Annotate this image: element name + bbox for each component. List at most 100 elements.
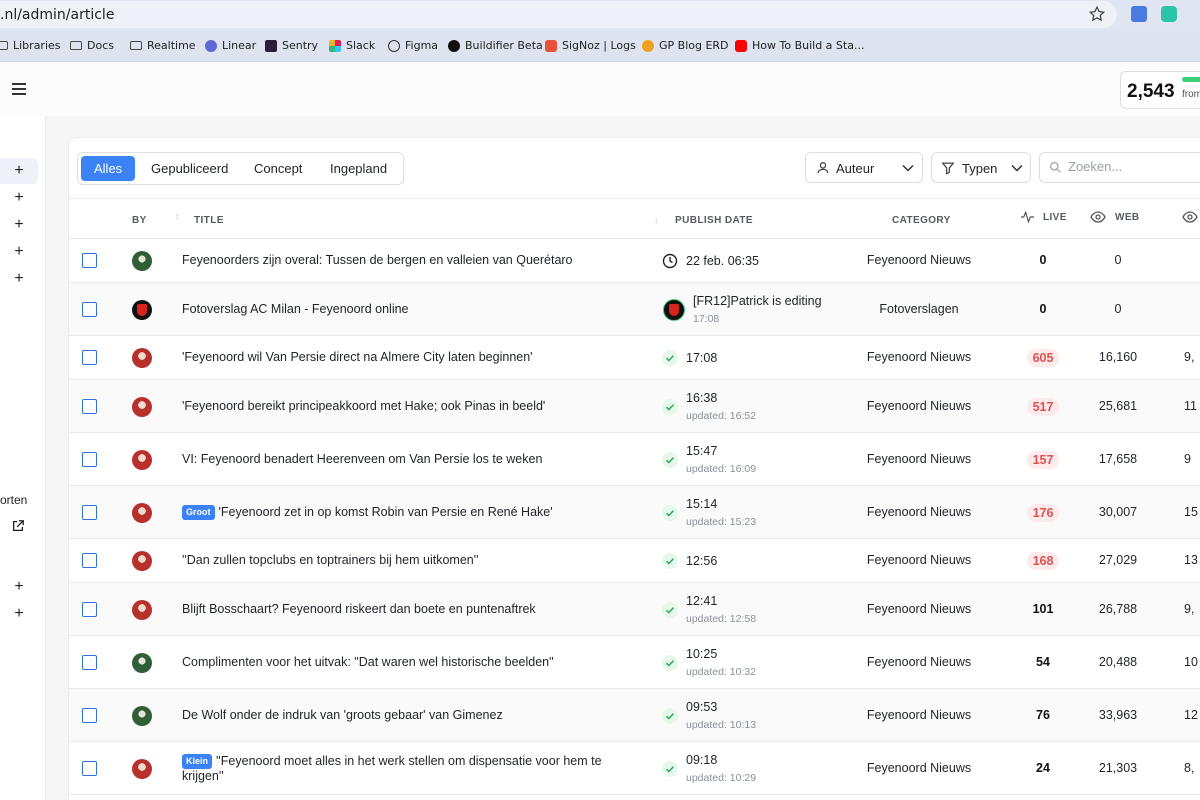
article-title[interactable]: De Wolf onder de indruk van 'groots geba…: [182, 708, 642, 723]
plus-icon[interactable]: +: [12, 190, 26, 206]
author-avatar[interactable]: [132, 251, 152, 271]
plus-icon[interactable]: +: [12, 217, 26, 233]
url-text[interactable]: .nl/admin/article: [0, 7, 114, 23]
table-row[interactable]: Complimenten voor het uitvak: "Dat waren…: [69, 636, 1200, 689]
row-checkbox[interactable]: [82, 451, 97, 467]
search-box[interactable]: [1039, 152, 1200, 183]
table-row[interactable]: Feyenoorders zijn overal: Tussen de berg…: [69, 239, 1200, 283]
bookmark-youtube[interactable]: How To Build a Sta...: [735, 39, 864, 52]
type-filter-dropdown[interactable]: Typen: [931, 152, 1031, 183]
table-row[interactable]: VI: Feyenoord benadert Heerenveen om Van…: [69, 433, 1200, 486]
address-bar[interactable]: .nl/admin/article: [0, 1, 1117, 28]
extension-icon[interactable]: [1161, 6, 1177, 22]
author-avatar[interactable]: [132, 502, 152, 523]
author-avatar[interactable]: [132, 599, 152, 620]
author-avatar[interactable]: [132, 449, 152, 470]
plus-icon[interactable]: +: [12, 606, 26, 622]
row-checkbox[interactable]: [82, 350, 97, 365]
plus-icon[interactable]: +: [12, 271, 26, 287]
bookmark-sentry[interactable]: Sentry: [265, 39, 318, 52]
row-checkbox[interactable]: [82, 398, 97, 414]
live-count-value: 176: [1026, 503, 1060, 522]
column-header-category[interactable]: CATEGORY: [892, 215, 951, 226]
article-title[interactable]: 'Feyenoord bereikt principeakkoord met H…: [182, 399, 642, 414]
sort-icon[interactable]: ↓: [654, 215, 659, 225]
article-title-text: Complimenten voor het uitvak: "Dat waren…: [182, 654, 554, 669]
bookmark-docs[interactable]: Docs: [70, 39, 114, 52]
article-title[interactable]: 'Feyenoord wil Van Persie direct na Alme…: [182, 350, 642, 365]
stat-value: 2,543: [1127, 81, 1175, 102]
publish-time: 10:25: [686, 646, 718, 661]
column-header-live[interactable]: LIVE: [1043, 212, 1067, 223]
table-row[interactable]: ''Dan zullen topclubs en toptrainers bij…: [69, 539, 1200, 583]
translate-extension-icon[interactable]: [1131, 6, 1147, 22]
sidebar-item-label[interactable]: orten: [0, 493, 27, 507]
table-row[interactable]: 'Feyenoord bereikt principeakkoord met H…: [69, 380, 1200, 433]
plus-icon[interactable]: +: [12, 244, 26, 260]
author-avatar[interactable]: [132, 551, 152, 571]
article-title[interactable]: ''Dan zullen topclubs en toptrainers bij…: [182, 553, 642, 568]
row-checkbox[interactable]: [82, 504, 97, 520]
table-row[interactable]: Fotoverslag AC Milan - Feyenoord online …: [69, 283, 1200, 336]
search-input[interactable]: [1068, 159, 1200, 174]
author-avatar[interactable]: [132, 348, 152, 368]
tab-alles[interactable]: Alles: [81, 156, 136, 181]
bookmark-figma[interactable]: Figma: [388, 39, 438, 52]
article-category: Fotoverslagen: [879, 301, 959, 316]
column-header-title[interactable]: TITLE: [194, 215, 224, 226]
author-filter-dropdown[interactable]: Auteur: [805, 152, 923, 183]
sort-icon[interactable]: ↕: [175, 211, 180, 221]
publish-time: 09:53: [686, 699, 718, 714]
article-title[interactable]: VI: Feyenoord benadert Heerenveen om Van…: [182, 452, 642, 467]
bookmark-slack[interactable]: Slack: [329, 39, 375, 52]
row-checkbox[interactable]: [82, 253, 97, 268]
menu-icon[interactable]: [12, 83, 26, 95]
tab-ingepland[interactable]: Ingepland: [317, 156, 400, 181]
bookmark-realtime[interactable]: Realtime: [130, 39, 196, 52]
article-title[interactable]: Fotoverslag AC Milan - Feyenoord online: [182, 302, 642, 317]
tab-gepubliceerd[interactable]: Gepubliceerd: [138, 156, 241, 181]
eye-icon: [1090, 211, 1106, 223]
table-row[interactable]: 'Feyenoord wil Van Persie direct na Alme…: [69, 336, 1200, 380]
row-checkbox[interactable]: [82, 601, 97, 617]
bookmark-gp-blog-erd[interactable]: GP Blog ERD: [642, 39, 729, 52]
plus-icon[interactable]: +: [12, 163, 26, 179]
plus-icon[interactable]: +: [12, 579, 26, 595]
publish-time: 16:38: [686, 390, 718, 405]
bookmark-signoz[interactable]: SigNoz | Logs: [545, 39, 636, 52]
author-avatar[interactable]: [132, 396, 152, 417]
article-title[interactable]: Groot 'Feyenoord zet in op komst Robin va…: [182, 504, 642, 520]
table-row[interactable]: De Wolf onder de indruk van 'groots geba…: [69, 689, 1200, 742]
bookmark-linear[interactable]: Linear: [205, 39, 256, 52]
tab-concept[interactable]: Concept: [241, 156, 315, 181]
check-icon: [662, 553, 678, 569]
app-views: 15: [1184, 504, 1198, 519]
column-header-publish-date[interactable]: PUBLISH DATE: [675, 215, 753, 226]
article-title[interactable]: Complimenten voor het uitvak: "Dat waren…: [182, 655, 642, 670]
article-title[interactable]: Feyenoorders zijn overal: Tussen de berg…: [182, 253, 642, 268]
bookmark-star-icon[interactable]: [1088, 5, 1106, 23]
article-title[interactable]: Klein ''Feyenoord moet alles in het werk …: [182, 753, 642, 784]
author-avatar[interactable]: [132, 652, 152, 673]
external-link-icon[interactable]: [11, 519, 25, 533]
row-checkbox[interactable]: [82, 760, 97, 776]
web-views: 25,681: [1098, 398, 1138, 413]
bookmark-libraries[interactable]: Libraries: [0, 39, 61, 52]
status-tabs: Alles Gepubliceerd Concept Ingepland: [77, 152, 404, 185]
row-checkbox[interactable]: [82, 654, 97, 670]
column-header-by[interactable]: BY: [132, 215, 147, 226]
author-avatar[interactable]: [132, 299, 152, 320]
column-header-web[interactable]: WEB: [1115, 212, 1140, 223]
article-title[interactable]: Blijft Bosschaart? Feyenoord riskeert da…: [182, 602, 642, 617]
author-avatar[interactable]: [132, 758, 152, 779]
linear-icon: [205, 39, 217, 52]
table-row[interactable]: Groot 'Feyenoord zet in op komst Robin va…: [69, 486, 1200, 539]
app-views: 9,: [1184, 350, 1195, 364]
bookmark-buildifier[interactable]: Buildifier Beta: [448, 39, 543, 52]
table-row[interactable]: Blijft Bosschaart? Feyenoord riskeert da…: [69, 583, 1200, 636]
row-checkbox[interactable]: [82, 553, 97, 568]
row-checkbox[interactable]: [82, 301, 97, 317]
table-row[interactable]: Klein ''Feyenoord moet alles in het werk …: [69, 742, 1200, 795]
row-checkbox[interactable]: [82, 707, 97, 723]
author-avatar[interactable]: [132, 705, 152, 726]
